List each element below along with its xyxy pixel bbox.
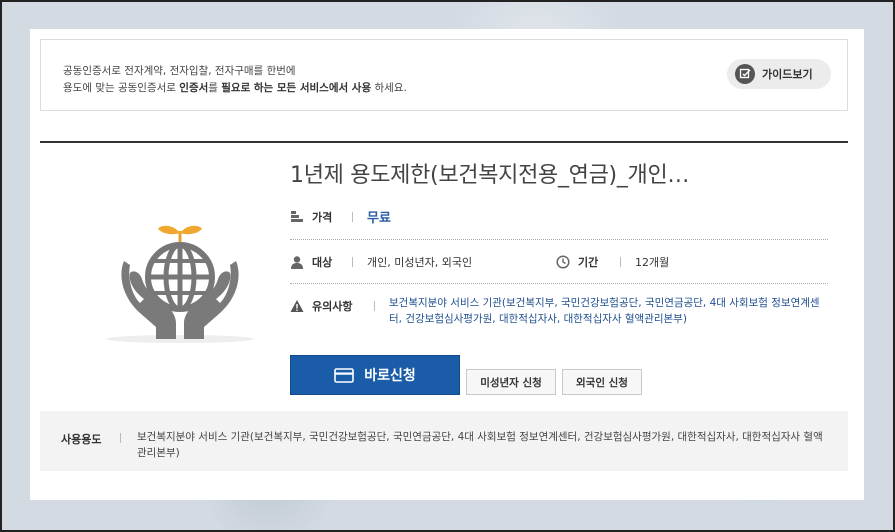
notice-line-2: 용도에 맞는 공동인증서로 인증서를 필요로 하는 모든 서비스에서 사용 하세… <box>63 80 407 95</box>
person-icon <box>290 255 304 269</box>
notice-text: 를 <box>208 82 222 94</box>
apply-now-button[interactable]: 바로신청 <box>290 355 460 395</box>
target-label: 대상 <box>312 256 333 269</box>
notice-text: 용도에 맞는 공동인증서로 <box>63 82 180 94</box>
target-row-label: 대상 <box>290 254 332 270</box>
notice-emphasis: 인증서 <box>179 82 209 94</box>
caution-row-label: 유의사항 <box>290 298 352 314</box>
guide-button[interactable]: 가이드보기 <box>727 59 831 89</box>
separator <box>620 257 621 267</box>
caution-label: 유의사항 <box>312 300 353 313</box>
period-value: 12개월 <box>635 256 670 269</box>
notice-emphasis: 필요로 하는 모든 서비스에서 사용 <box>221 82 372 94</box>
certificate-card: 공동인증서로 전자계약, 전자입찰, 전자구매를 한번에 용도에 맞는 공동인증… <box>30 29 864 500</box>
credit-card-icon <box>334 367 355 383</box>
separator <box>352 212 353 222</box>
warning-icon <box>290 299 304 313</box>
product-title: 1년제 용도제한(보건복지전용_연금)_개인… <box>290 163 690 188</box>
separator <box>352 257 353 267</box>
usage-section: 사용용도 보건복지분야 서비스 기관(보건복지부, 국민건강보험공단, 국민연금… <box>40 411 848 471</box>
price-icon <box>290 210 304 224</box>
notice-text: 하세요. <box>371 82 407 94</box>
clock-icon <box>556 255 570 269</box>
minor-apply-button[interactable]: 미성년자 신청 <box>466 369 556 395</box>
separator <box>120 433 121 443</box>
caution-text: 보건복지분야 서비스 기관(보건복지부, 국민건강보험공단, 국민연금공단, 4… <box>389 297 820 325</box>
target-value: 개인, 미성년자, 외국인 <box>367 256 473 269</box>
edit-check-icon <box>735 64 755 84</box>
price-row-label: 가격 <box>290 209 332 225</box>
apply-now-label: 바로신청 <box>364 368 416 384</box>
period-row-label: 기간 <box>556 254 598 270</box>
usage-label: 사용용도 <box>61 433 102 446</box>
divider <box>290 283 828 284</box>
product-section: 1년제 용도제한(보건복지전용_연금)_개인… 가격 무료 대상 개인, 미성년… <box>40 141 848 499</box>
period-label: 기간 <box>578 256 599 269</box>
notice-line-1: 공동인증서로 전자계약, 전자입찰, 전자구매를 한번에 <box>63 65 296 77</box>
divider <box>290 239 828 240</box>
notice-box: 공동인증서로 전자계약, 전자입찰, 전자구매를 한번에 용도에 맞는 공동인증… <box>40 39 848 111</box>
foreigner-apply-button[interactable]: 외국인 신청 <box>562 369 642 395</box>
globe-hands-sprout-icon <box>100 213 260 353</box>
usage-text: 보건복지분야 서비스 기관(보건복지부, 국민건강보험공단, 국민연금공단, 4… <box>137 431 823 459</box>
guide-button-label: 가이드보기 <box>762 68 813 81</box>
price-label: 가격 <box>312 211 333 224</box>
price-value: 무료 <box>367 211 391 226</box>
separator <box>374 301 375 311</box>
